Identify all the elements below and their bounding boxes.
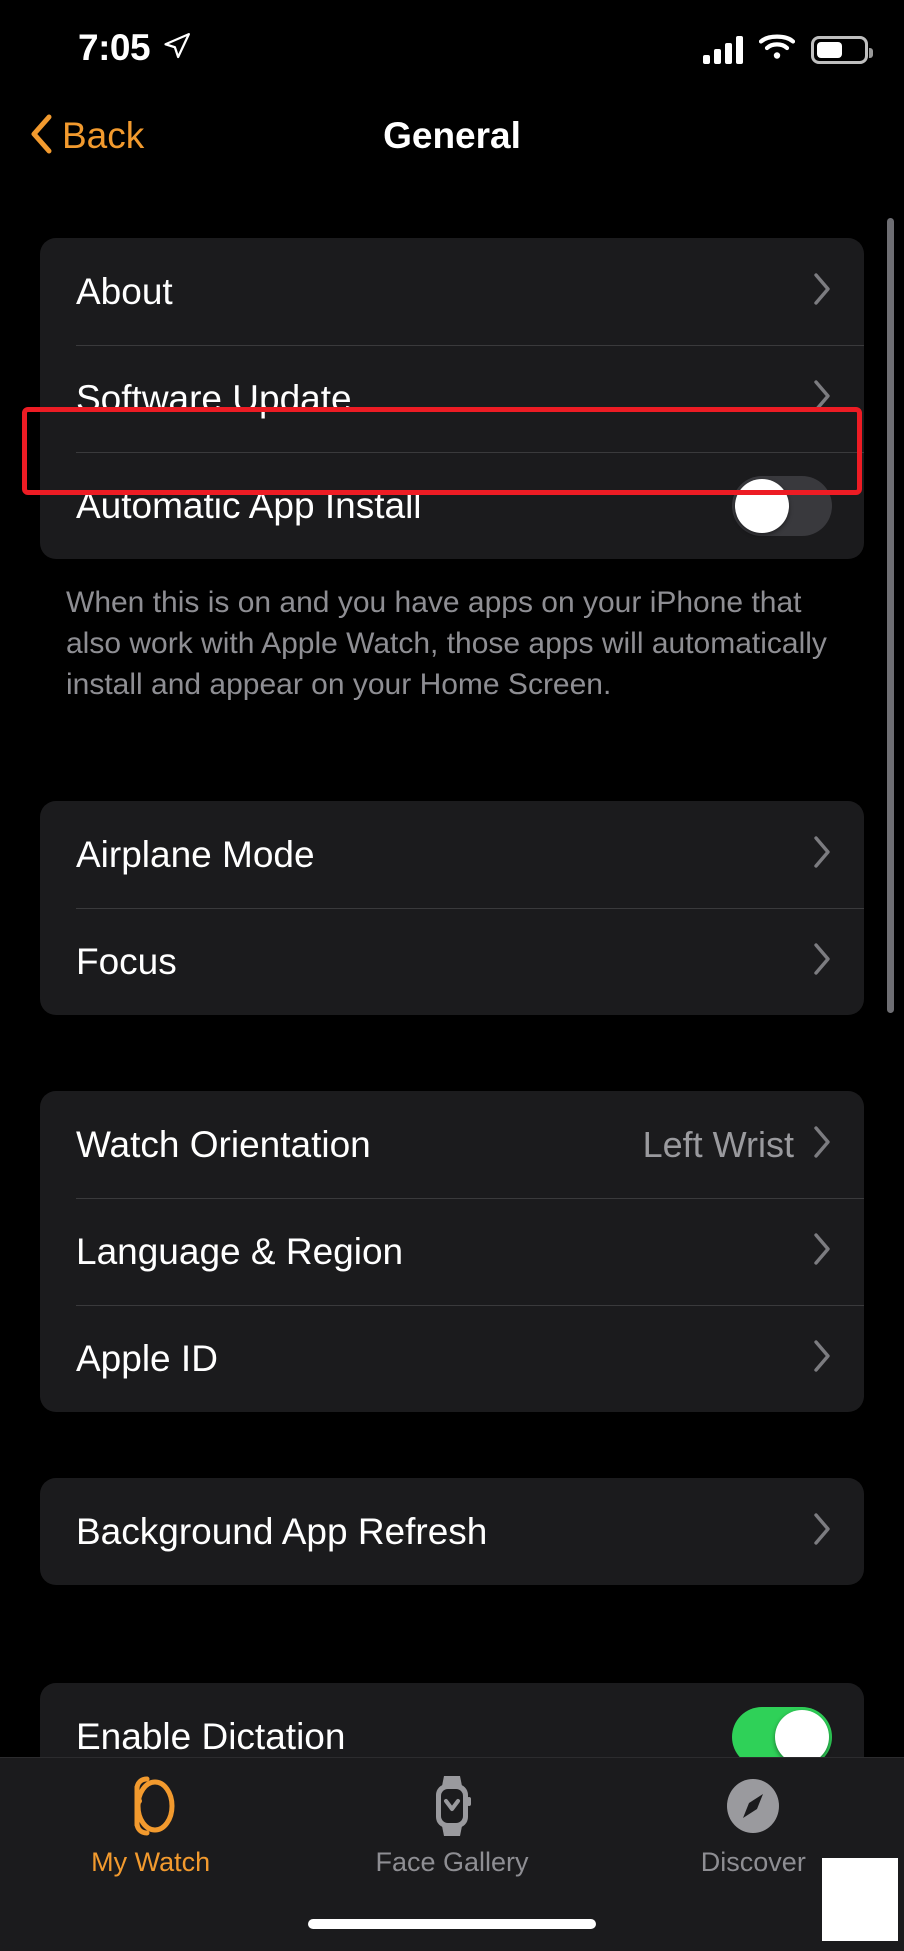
- settings-group-connectivity: Airplane Mode Focus: [40, 801, 864, 1015]
- chevron-right-icon: [812, 1339, 832, 1378]
- row-label: About: [76, 270, 173, 312]
- iphone-screen: 7:05 Back General About Software Update …: [0, 0, 904, 1951]
- chevron-right-icon: [812, 942, 832, 981]
- row-automatic-app-install[interactable]: Automatic App Install: [40, 452, 864, 559]
- row-label: Language & Region: [76, 1230, 404, 1272]
- tab-bar: My Watch Face Gallery Discover: [0, 1757, 904, 1951]
- row-apple-id[interactable]: Apple ID: [40, 1305, 864, 1412]
- row-value: Left Wrist: [642, 1123, 794, 1165]
- vertical-scrollbar[interactable]: [887, 218, 894, 1013]
- chevron-right-icon: [812, 379, 832, 418]
- row-language-region[interactable]: Language & Region: [40, 1198, 864, 1305]
- tab-my-watch[interactable]: My Watch: [0, 1758, 301, 1908]
- row-label: Watch Orientation: [76, 1123, 371, 1165]
- tab-label: Discover: [700, 1847, 806, 1877]
- toggle-knob: [735, 478, 789, 533]
- automatic-app-install-description: When this is on and you have apps on you…: [66, 586, 827, 701]
- row-label: Apple ID: [76, 1337, 218, 1379]
- compass-icon: [723, 1772, 783, 1840]
- status-bar: 7:05: [0, 0, 904, 96]
- chevron-right-icon: [812, 1125, 832, 1164]
- chevron-right-icon: [812, 1512, 832, 1551]
- settings-group-software: About Software Update Automatic App Inst…: [40, 238, 864, 559]
- status-bar-right: [703, 33, 873, 66]
- row-label: Airplane Mode: [76, 833, 315, 875]
- watch-face-icon: [425, 1772, 479, 1840]
- chevron-right-icon: [812, 835, 832, 874]
- chevron-right-icon: [812, 272, 832, 311]
- status-time: 7:05: [78, 27, 151, 68]
- tab-face-gallery[interactable]: Face Gallery: [301, 1758, 602, 1908]
- toggle-knob: [775, 1709, 829, 1764]
- row-focus[interactable]: Focus: [40, 908, 864, 1015]
- row-label: Background App Refresh: [76, 1510, 488, 1552]
- apple-watch-icon: [121, 1772, 181, 1840]
- settings-group-refresh: Background App Refresh: [40, 1478, 864, 1585]
- row-software-update[interactable]: Software Update: [40, 345, 864, 452]
- automatic-app-install-toggle[interactable]: [732, 475, 832, 536]
- row-background-app-refresh[interactable]: Background App Refresh: [40, 1478, 864, 1585]
- row-label: Focus: [76, 940, 177, 982]
- row-watch-orientation[interactable]: Watch Orientation Left Wrist: [40, 1091, 864, 1198]
- home-indicator[interactable]: [308, 1919, 596, 1929]
- wifi-icon: [758, 33, 796, 66]
- cellular-bars-icon: [703, 35, 743, 64]
- row-label: Enable Dictation: [76, 1715, 346, 1757]
- row-airplane-mode[interactable]: Airplane Mode: [40, 801, 864, 908]
- location-arrow-icon: [162, 31, 192, 66]
- row-about[interactable]: About: [40, 238, 864, 345]
- navigation-bar: Back General: [0, 96, 904, 176]
- tab-label: My Watch: [91, 1847, 211, 1877]
- row-label: Automatic App Install: [76, 484, 422, 526]
- row-label: Software Update: [76, 377, 352, 419]
- page-title: General: [383, 115, 521, 156]
- battery-icon: [811, 35, 873, 64]
- chevron-right-icon: [812, 1232, 832, 1271]
- cursor-overlay: [822, 1858, 898, 1941]
- status-bar-left: 7:05: [78, 26, 192, 70]
- settings-group-device: Watch Orientation Left Wrist Language & …: [40, 1091, 864, 1412]
- tab-label: Face Gallery: [375, 1847, 529, 1877]
- settings-scroll-area[interactable]: About Software Update Automatic App Inst…: [0, 176, 904, 1790]
